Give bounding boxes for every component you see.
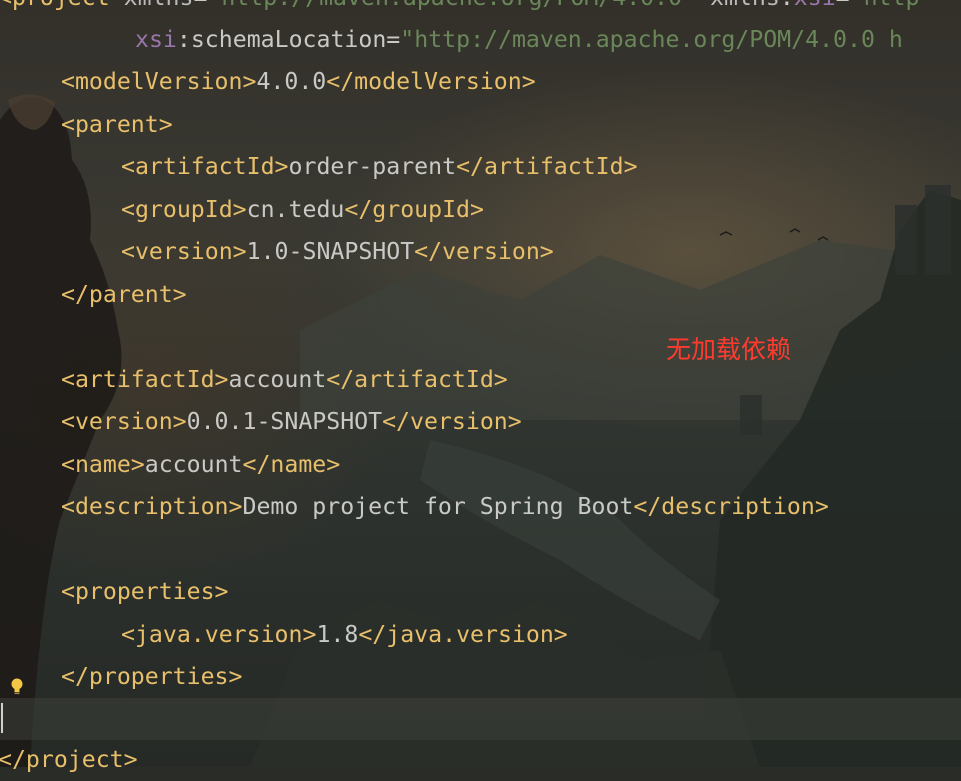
xml-text-token: 1.8	[316, 621, 359, 648]
current-line-highlight	[0, 698, 961, 740]
code-line-java-version[interactable]: <java.version>1.8</java.version>	[121, 614, 568, 656]
xml-tag-token: </modelVersion>	[326, 68, 536, 95]
xml-attribute-token: xmlns	[710, 0, 780, 11]
xml-tag-token: <description>	[61, 493, 243, 520]
code-line-version[interactable]: <version>0.0.1-SNAPSHOT</version>	[61, 401, 522, 443]
xml-text-token: :	[780, 0, 794, 11]
code-line-parent-artifact-id[interactable]: <artifactId>order-parent</artifactId>	[121, 146, 638, 188]
xml-tag-token: </description>	[633, 493, 829, 520]
xml-tag-token: </parent>	[61, 281, 187, 308]
xml-tag-token: </java.version>	[358, 621, 568, 648]
xml-tag-token: </name>	[242, 451, 341, 478]
xml-text-token: account	[228, 366, 327, 393]
xml-text-token: cn.tedu	[246, 196, 345, 223]
xml-namespace-token: xsi	[135, 26, 177, 53]
xml-tag-token: <groupId>	[121, 196, 247, 223]
code-line-project-close[interactable]: </project>	[0, 739, 138, 781]
code-line-schema-location[interactable]: xsi:schemaLocation="http://maven.apache.…	[135, 19, 903, 61]
code-editor[interactable]: <project xmlns="http://maven.apache.org/…	[0, 0, 961, 773]
xml-text-token: :schemaLocation=	[176, 26, 401, 53]
xml-tag-token: <artifactId>	[61, 366, 229, 393]
xml-string-token: "http://maven.apache.org/POM/4.0.0 h	[400, 26, 903, 53]
code-line-properties-close[interactable]: </properties>	[61, 656, 242, 698]
annotation-no-dependencies: 无加载依赖	[666, 335, 792, 364]
xml-tag-token: <parent>	[61, 111, 173, 138]
xml-attribute-token: xmlns	[124, 0, 194, 11]
code-line-project-open[interactable]: <project xmlns="http://maven.apache.org/…	[0, 0, 919, 19]
xml-text-token: =	[193, 0, 207, 11]
code-line-parent-version[interactable]: <version>1.0-SNAPSHOT</version>	[121, 231, 554, 273]
code-line-artifact-id[interactable]: <artifactId>account</artifactId>	[61, 359, 508, 401]
xml-tag-token: <artifactId>	[121, 153, 289, 180]
xml-tag-token: </version>	[414, 238, 554, 265]
xml-text-token: 0.0.1-SNAPSHOT	[186, 408, 383, 435]
xml-text-token: order-parent	[288, 153, 457, 180]
xml-text-token: =	[836, 0, 850, 11]
xml-tag-token: </project>	[0, 746, 138, 773]
xml-text-token: Demo project for Spring Boot	[242, 493, 634, 520]
xml-tag-token: </version>	[382, 408, 522, 435]
code-line-parent-close[interactable]: </parent>	[61, 274, 187, 316]
xml-tag-token: <name>	[61, 451, 145, 478]
xml-tag-token: <version>	[121, 238, 247, 265]
code-line-parent-group-id[interactable]: <groupId>cn.tedu</groupId>	[121, 189, 484, 231]
lightbulb-icon[interactable]	[8, 677, 26, 697]
xml-tag-token: </artifactId>	[456, 153, 638, 180]
xml-string-token: "http	[850, 0, 920, 11]
code-line-parent-open[interactable]: <parent>	[61, 104, 173, 146]
xml-tag-token: <modelVersion>	[61, 68, 257, 95]
xml-tag-token: <properties>	[61, 578, 229, 605]
xml-tag-token: <java.version>	[121, 621, 317, 648]
xml-text-token	[696, 0, 710, 11]
xml-tag-token: </groupId>	[344, 196, 484, 223]
xml-tag-token: </properties>	[61, 663, 243, 690]
xml-text-token: 4.0.0	[256, 68, 327, 95]
xml-tag-token: <project	[0, 0, 124, 11]
xml-text-token: account	[144, 451, 243, 478]
text-caret	[1, 703, 3, 733]
xml-string-token: "http://maven.apache.org/POM/4.0.0"	[207, 0, 696, 11]
xml-tag-token: <version>	[61, 408, 187, 435]
xml-text-token: 1.0-SNAPSHOT	[246, 238, 415, 265]
xml-namespace-token: xsi	[794, 0, 836, 11]
xml-tag-token: </artifactId>	[326, 366, 508, 393]
code-line-name[interactable]: <name>account</name>	[61, 444, 340, 486]
code-line-model-version[interactable]: <modelVersion>4.0.0</modelVersion>	[61, 61, 536, 103]
code-line-description[interactable]: <description>Demo project for Spring Boo…	[61, 486, 829, 528]
code-line-properties-open[interactable]: <properties>	[61, 571, 229, 613]
